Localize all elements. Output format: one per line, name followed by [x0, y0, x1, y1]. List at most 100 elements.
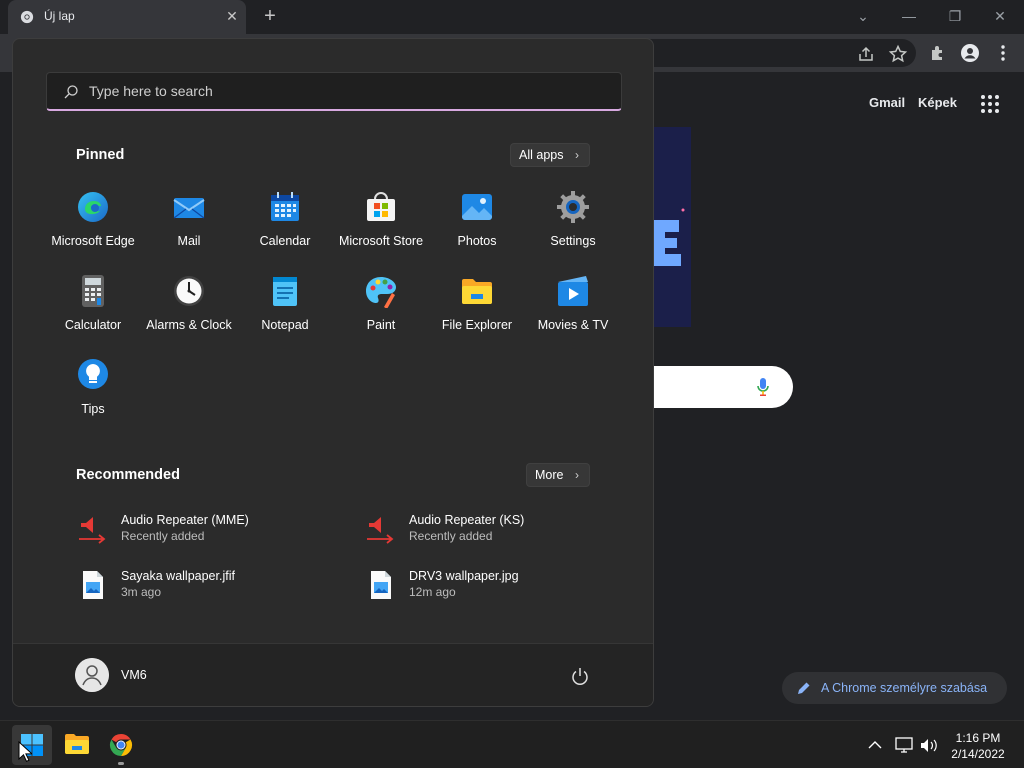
audio-repeater-icon	[79, 517, 106, 544]
pinned-app-movies-tv[interactable]: Movies & TV	[525, 274, 621, 354]
pinned-title: Pinned	[76, 147, 125, 163]
app-label: Settings	[550, 234, 596, 248]
volume-icon	[921, 739, 937, 752]
pencil-icon	[798, 682, 810, 694]
recommended-item[interactable]: Sayaka wallpaper.jfif 3m ago	[77, 567, 337, 607]
pinned-app-alarms-clock[interactable]: Alarms & Clock	[141, 274, 237, 354]
network-icon	[895, 737, 913, 753]
store-icon	[367, 192, 395, 221]
pinned-app-calendar[interactable]: Calendar	[237, 190, 333, 270]
calculator-icon	[82, 275, 104, 307]
pinned-app-paint[interactable]: Paint	[333, 274, 429, 354]
recommended-item-detail: 3m ago	[121, 585, 162, 599]
chrome-favicon-icon	[20, 10, 34, 24]
pinned-app-file-explorer[interactable]: File Explorer	[429, 274, 525, 354]
clock-date: 2/14/2022	[951, 747, 1005, 761]
share-icon[interactable]	[856, 44, 876, 64]
tab-title: Új lap	[44, 9, 75, 23]
taskbar-chrome[interactable]	[101, 725, 141, 765]
google-apps-grid-icon[interactable]	[980, 94, 1000, 114]
folder-icon	[65, 734, 89, 754]
start-menu: Pinned All apps › Microsoft Edge Mail	[12, 38, 654, 707]
edge-icon	[78, 192, 108, 222]
mail-icon	[173, 198, 205, 219]
recommended-item-name: DRV3 wallpaper.jpg	[409, 569, 519, 583]
start-search-box[interactable]	[46, 72, 622, 111]
image-file-icon	[83, 571, 103, 599]
user-name: VM6	[121, 668, 147, 682]
more-button[interactable]: More ›	[526, 463, 590, 487]
recommended-item-detail: Recently added	[409, 529, 493, 543]
power-icon[interactable]	[570, 666, 590, 686]
movies-icon	[558, 276, 588, 306]
pinned-app-mail[interactable]: Mail	[141, 190, 237, 270]
photos-icon	[462, 194, 492, 220]
all-apps-button[interactable]: All apps ›	[510, 143, 590, 167]
recommended-title: Recommended	[76, 467, 180, 483]
mouse-cursor-icon	[18, 741, 32, 762]
user-account-button[interactable]: VM6	[75, 658, 195, 692]
app-label: Tips	[81, 402, 105, 416]
pinned-app-microsoft-edge[interactable]: Microsoft Edge	[45, 190, 141, 270]
google-doodle[interactable]	[653, 127, 691, 327]
extensions-icon[interactable]	[928, 43, 948, 63]
calendar-icon	[271, 192, 299, 221]
app-label: Movies & TV	[537, 318, 609, 332]
avatar	[75, 658, 109, 692]
recommended-item[interactable]: DRV3 wallpaper.jpg 12m ago	[365, 567, 625, 607]
folder-icon	[462, 279, 492, 304]
microphone-icon[interactable]	[756, 377, 770, 397]
gear-icon	[557, 191, 589, 223]
recommended-item-name: Sayaka wallpaper.jfif	[121, 569, 235, 583]
search-icon	[64, 85, 78, 99]
tab-strip: Új lap ✕ + ⌄ — ❐ ✕	[0, 0, 1024, 34]
doodle-letter-art	[653, 208, 685, 266]
tab-search-icon[interactable]: ⌄	[853, 6, 873, 26]
recommended-item-name: Audio Repeater (KS)	[409, 513, 525, 527]
pinned-app-settings[interactable]: Settings	[525, 190, 621, 270]
restore-button[interactable]: ❐	[945, 6, 965, 26]
minimize-button[interactable]: —	[899, 6, 919, 26]
bookmark-star-icon[interactable]	[888, 44, 908, 64]
running-indicator	[118, 762, 124, 765]
chrome-menu-icon[interactable]	[993, 43, 1013, 63]
customize-chrome-button[interactable]: A Chrome személyre szabása	[782, 672, 1007, 704]
chrome-icon	[109, 734, 133, 756]
tab-new-tab[interactable]: Új lap ✕	[8, 0, 246, 34]
more-label: More	[535, 468, 564, 482]
recommended-item[interactable]: Audio Repeater (KS) Recently added	[365, 511, 625, 551]
taskbar: 1:16 PM 2/14/2022	[0, 720, 1024, 768]
system-tray[interactable]	[866, 735, 946, 755]
taskbar-file-explorer[interactable]	[57, 725, 97, 765]
recommended-item[interactable]: Audio Repeater (MME) Recently added	[77, 511, 337, 551]
pinned-app-tips[interactable]: Tips	[45, 358, 141, 438]
chevron-right-icon: ›	[575, 468, 579, 482]
google-search-box[interactable]	[640, 366, 793, 408]
new-tab-button[interactable]: +	[259, 6, 281, 28]
gmail-link[interactable]: Gmail	[869, 95, 905, 110]
clock-icon	[174, 276, 204, 306]
recommended-item-detail: 12m ago	[409, 585, 456, 599]
address-bar[interactable]	[640, 39, 916, 67]
recommended-item-detail: Recently added	[121, 529, 205, 543]
chevron-right-icon: ›	[575, 148, 579, 162]
tab-close-icon[interactable]: ✕	[224, 8, 240, 24]
start-menu-footer: VM6	[13, 643, 653, 706]
paint-icon	[366, 277, 396, 308]
recommended-item-name: Audio Repeater (MME)	[121, 513, 249, 527]
start-search-input[interactable]	[89, 79, 589, 103]
lightbulb-icon	[78, 359, 108, 389]
images-link[interactable]: Képek	[918, 95, 957, 110]
image-file-icon	[371, 571, 391, 599]
clock-time: 1:16 PM	[955, 731, 1001, 745]
pinned-app-notepad[interactable]: Notepad	[237, 274, 333, 354]
profile-icon[interactable]	[960, 43, 980, 63]
customize-chrome-label: A Chrome személyre szabása	[821, 681, 988, 695]
audio-repeater-icon	[367, 517, 394, 544]
pinned-app-photos[interactable]: Photos	[429, 190, 525, 270]
close-window-button[interactable]: ✕	[990, 6, 1010, 26]
pinned-app-microsoft-store[interactable]: Microsoft Store	[333, 190, 429, 270]
taskbar-clock[interactable]: 1:16 PM 2/14/2022	[946, 730, 1010, 762]
pinned-app-calculator[interactable]: Calculator	[45, 274, 141, 354]
notepad-icon	[273, 277, 297, 306]
